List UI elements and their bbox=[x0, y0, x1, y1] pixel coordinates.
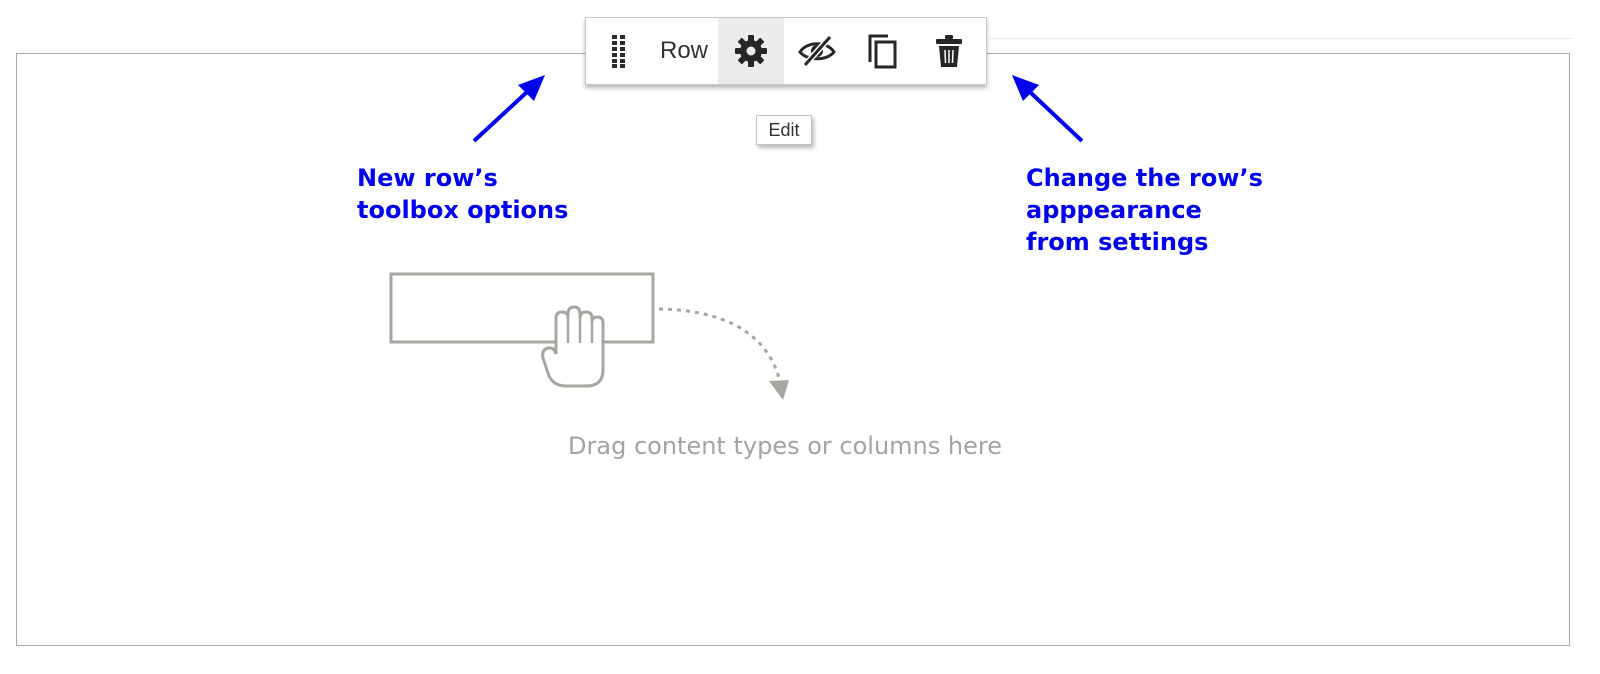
settings-button[interactable] bbox=[718, 18, 784, 84]
eye-slash-icon bbox=[798, 35, 836, 67]
dropzone-placeholder-text: Drag content types or columns here bbox=[568, 432, 1002, 460]
toolbox-annotation-label: New row’s toolbox options bbox=[357, 164, 569, 224]
gear-icon bbox=[735, 35, 767, 67]
hide-button[interactable] bbox=[784, 18, 850, 84]
copy-icon bbox=[868, 34, 897, 69]
edit-tooltip: Edit bbox=[756, 115, 812, 145]
move-handle-button[interactable] bbox=[586, 18, 652, 84]
row-type-label: Row bbox=[660, 37, 709, 64]
duplicate-button[interactable] bbox=[850, 18, 916, 84]
trash-icon bbox=[936, 35, 962, 67]
remove-button[interactable] bbox=[916, 18, 982, 84]
settings-annotation-label: Change the row’s apppearance from settin… bbox=[1026, 164, 1263, 256]
stage-top-border bbox=[988, 38, 1573, 39]
row-toolbar: Row bbox=[585, 17, 987, 85]
drag-handle-icon bbox=[612, 35, 625, 68]
